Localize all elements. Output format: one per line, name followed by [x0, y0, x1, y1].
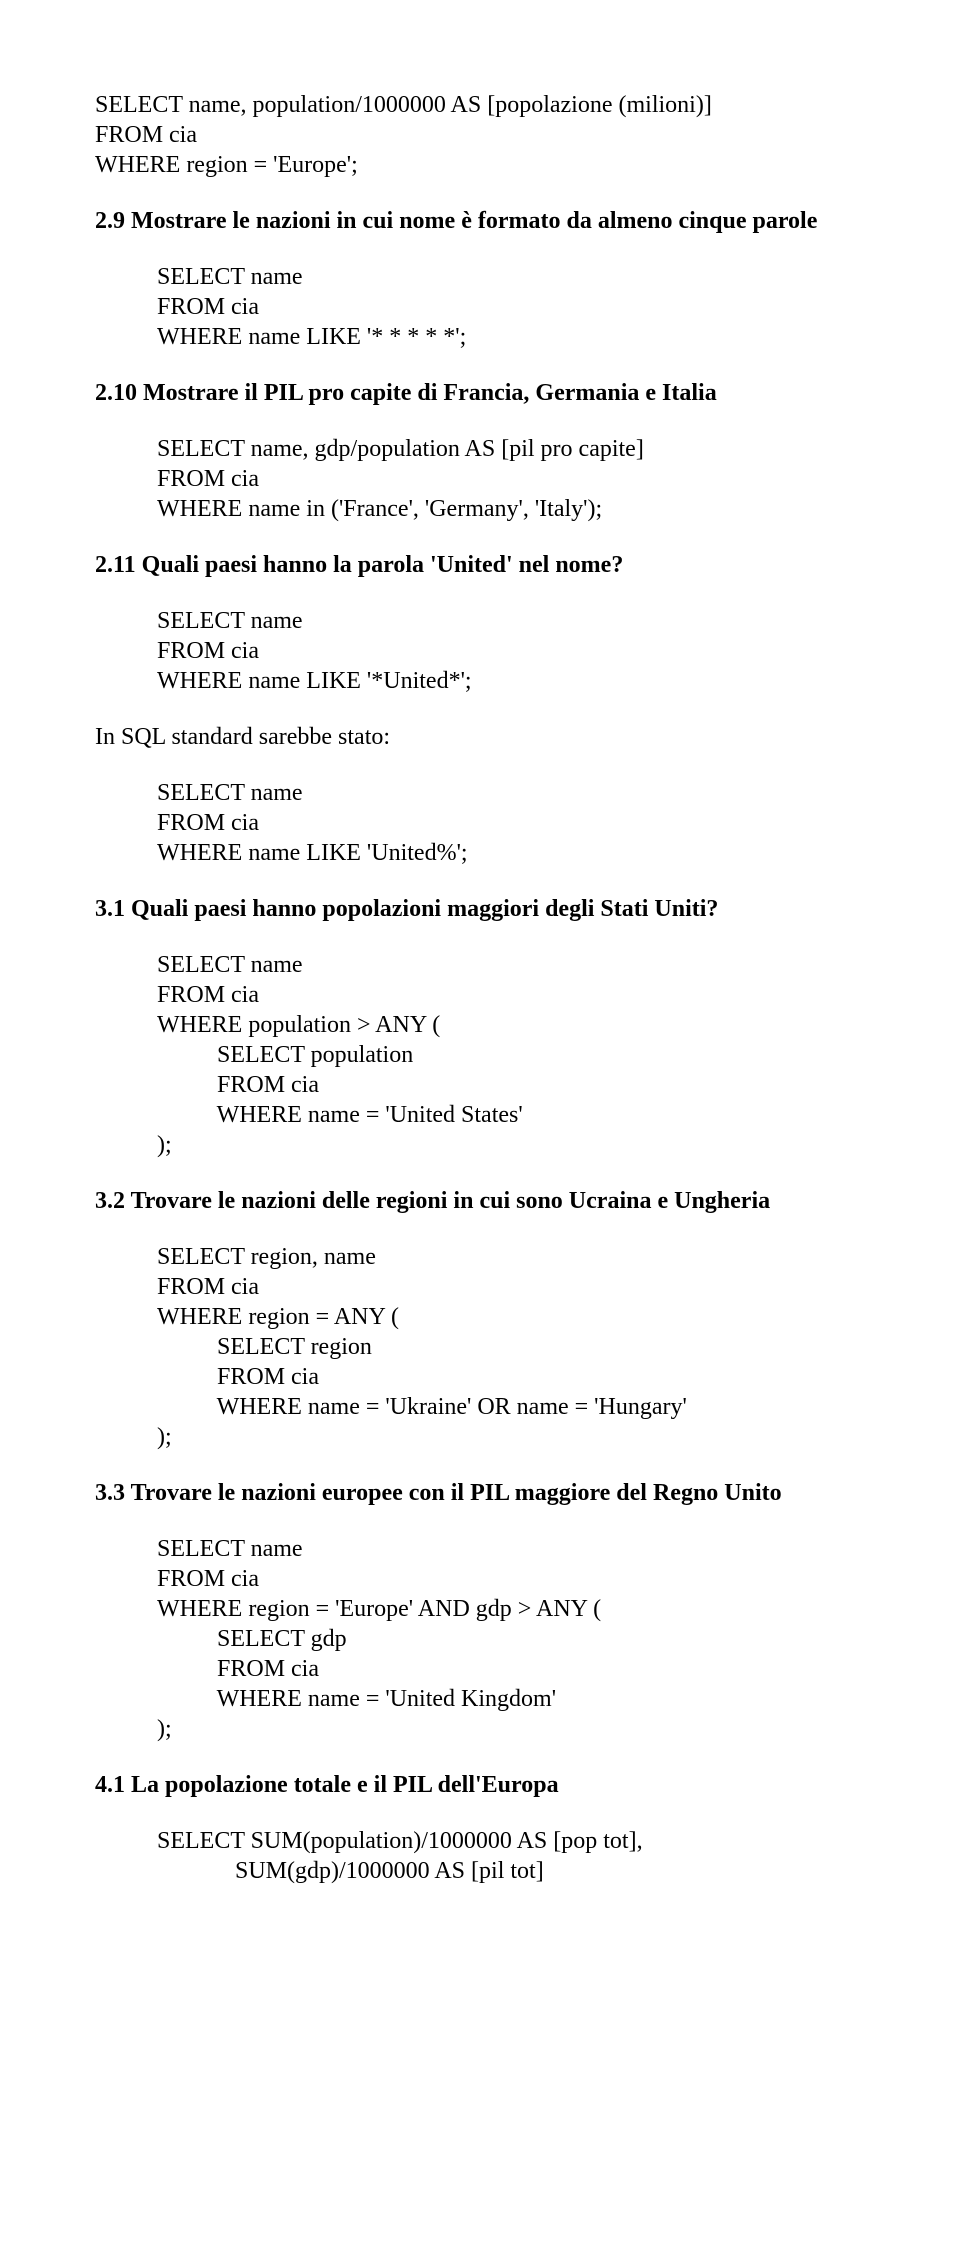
code-block-2-11a: SELECT name FROM cia WHERE name LIKE '*U…	[157, 606, 865, 696]
narrative-sql-standard: In SQL standard sarebbe stato:	[95, 722, 865, 752]
code-block-intro: SELECT name, population/1000000 AS [popo…	[95, 90, 865, 180]
question-2-11: 2.11 Quali paesi hanno la parola 'United…	[95, 550, 865, 580]
question-3-1: 3.1 Quali paesi hanno popolazioni maggio…	[95, 894, 865, 924]
question-3-2: 3.2 Trovare le nazioni delle regioni in …	[95, 1186, 865, 1216]
question-4-1: 4.1 La popolazione totale e il PIL dell'…	[95, 1770, 865, 1800]
code-block-2-10: SELECT name, gdp/population AS [pil pro …	[157, 434, 865, 524]
question-2-10: 2.10 Mostrare il PIL pro capite di Franc…	[95, 378, 865, 408]
code-block-3-3: SELECT name FROM cia WHERE region = 'Eur…	[157, 1534, 865, 1744]
code-block-4-1: SELECT SUM(population)/1000000 AS [pop t…	[157, 1826, 865, 1886]
code-block-3-1: SELECT name FROM cia WHERE population > …	[157, 950, 865, 1160]
code-block-2-11b: SELECT name FROM cia WHERE name LIKE 'Un…	[157, 778, 865, 868]
question-3-3: 3.3 Trovare le nazioni europee con il PI…	[95, 1478, 865, 1508]
code-block-2-9: SELECT name FROM cia WHERE name LIKE '* …	[157, 262, 865, 352]
code-block-3-2: SELECT region, name FROM cia WHERE regio…	[157, 1242, 865, 1452]
question-2-9: 2.9 Mostrare le nazioni in cui nome è fo…	[95, 206, 865, 236]
